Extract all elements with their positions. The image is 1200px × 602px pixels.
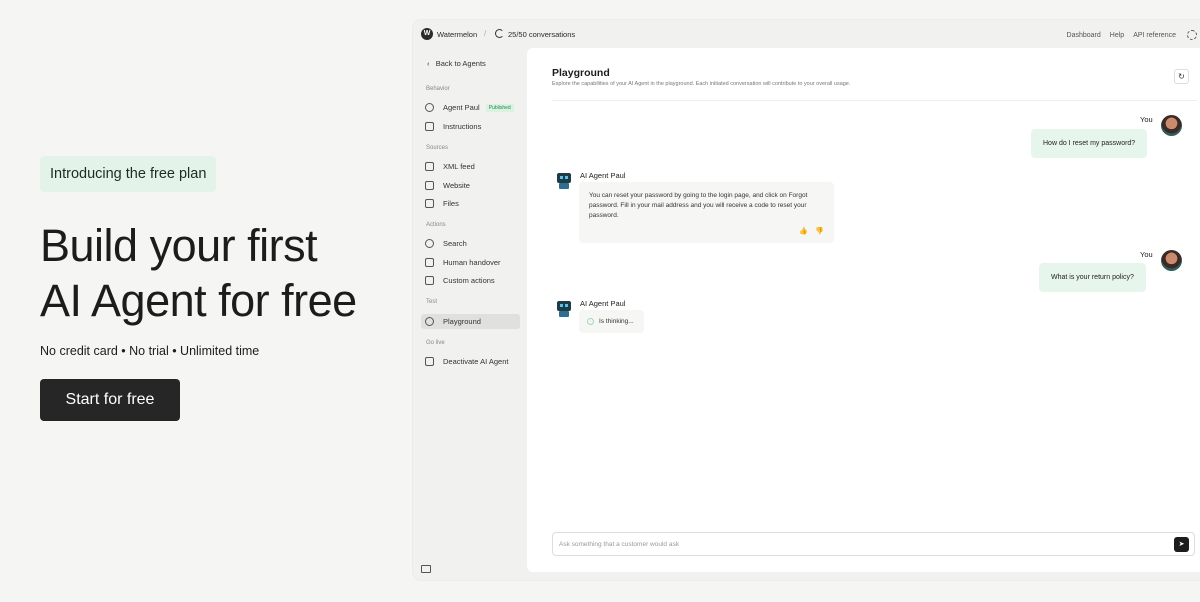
brand-name[interactable]: Watermelon (437, 30, 477, 39)
sidebar-item-label: Human handover (443, 258, 501, 267)
sidebar-item-label: Deactivate AI Agent (443, 357, 509, 366)
section-go-live: Go live (426, 340, 445, 346)
sidebar-item-label: Custom actions (443, 276, 495, 285)
sidebar-item-label: Instructions (443, 122, 482, 131)
sidebar-item-deactivate[interactable]: Deactivate AI Agent (421, 354, 520, 369)
sidebar-item-custom-actions[interactable]: Custom actions (421, 273, 520, 288)
send-icon[interactable]: ➤ (1174, 537, 1189, 552)
thumbs-up-icon[interactable]: 👍 (799, 227, 808, 235)
globe-icon (425, 239, 434, 248)
sidebar-item-label: XML feed (443, 162, 475, 171)
megaphone-icon (425, 122, 434, 131)
usage-ring-icon (495, 29, 504, 38)
user-label: You (1140, 250, 1153, 259)
published-badge: Published (485, 103, 514, 112)
shuffle-icon (425, 258, 434, 267)
thinking-text: Is thinking... (599, 318, 634, 325)
sidebar: ‹ Back to Agents Behavior Agent Paul Pub… (413, 48, 527, 580)
user-avatar (1161, 115, 1182, 136)
user-message: How do I reset my password? (1031, 129, 1148, 158)
gear-icon[interactable] (1187, 30, 1197, 40)
agent-avatar (555, 171, 573, 189)
header-divider (552, 100, 1197, 101)
file-icon (425, 199, 434, 208)
agent-avatar (555, 299, 573, 317)
section-actions: Actions (426, 222, 446, 228)
sidebar-item-label: Agent Paul (443, 103, 480, 112)
start-for-free-button[interactable]: Start for free (40, 379, 180, 421)
section-test: Test (426, 299, 438, 305)
api-reference-link[interactable]: API reference (1133, 32, 1176, 39)
page-description: Explore the capabilities of your AI Agen… (552, 81, 851, 87)
top-bar: W Watermelon / 25/50 conversations Dashb… (413, 20, 1200, 48)
agent-label: AI Agent Paul (580, 171, 626, 180)
sidebar-item-playground[interactable]: Playground (421, 314, 520, 329)
monitor-icon (425, 181, 434, 190)
watermelon-logo-icon[interactable]: W (421, 28, 433, 40)
sidebar-item-xml-feed[interactable]: XML feed (421, 159, 520, 174)
chat-bubbles-icon (425, 357, 434, 366)
user-message: What is your return policy? (1039, 263, 1146, 292)
dashboard-link[interactable]: Dashboard (1067, 32, 1101, 39)
help-link[interactable]: Help (1110, 32, 1124, 39)
sidebar-collapse-icon[interactable] (421, 565, 431, 573)
hero-title-line-1: Build your first (40, 220, 318, 271)
chevron-left-icon: ‹ (427, 59, 436, 68)
back-to-agents-link[interactable]: ‹ Back to Agents (427, 59, 486, 68)
table-icon (425, 162, 434, 171)
sidebar-item-label: Search (443, 239, 467, 248)
playground-panel: Playground Explore the capabilities of y… (527, 48, 1200, 572)
conversation-usage: 25/50 conversations (508, 30, 576, 39)
agent-message-text: You can reset your password by going to … (589, 192, 808, 219)
user-label: You (1140, 115, 1153, 124)
sidebar-item-search[interactable]: Search (421, 236, 520, 251)
thumbs-down-icon[interactable]: 👎 (815, 227, 824, 235)
sidebar-item-agent[interactable]: Agent Paul Published (421, 100, 520, 115)
chat-bubble-icon (425, 317, 434, 326)
user-circle-icon (425, 103, 434, 112)
section-sources: Sources (426, 145, 449, 151)
app-window: W Watermelon / 25/50 conversations Dashb… (413, 20, 1200, 580)
page-title: Playground (552, 67, 610, 79)
sidebar-item-instructions[interactable]: Instructions (421, 119, 520, 134)
agent-label: AI Agent Paul (580, 299, 626, 308)
sidebar-item-label: Website (443, 181, 470, 190)
top-links: Dashboard Help API reference (1067, 30, 1197, 40)
hero-title: Build your first AI Agent for free (40, 218, 400, 328)
message-composer: ➤ (552, 532, 1195, 556)
free-plan-badge: Introducing the free plan (40, 156, 217, 192)
hero-subtitle: No credit card • No trial • Unlimited ti… (40, 344, 260, 358)
sidebar-item-label: Files (443, 199, 459, 208)
grid-icon (425, 276, 434, 285)
sidebar-item-files[interactable]: Files (421, 196, 520, 211)
message-input[interactable] (559, 533, 1119, 555)
thinking-indicator: Is thinking... (579, 310, 644, 333)
back-label: Back to Agents (435, 59, 486, 68)
hero-section: Introducing the free plan Build your fir… (40, 156, 400, 421)
sidebar-item-human-handover[interactable]: Human handover (421, 255, 520, 270)
user-avatar (1161, 250, 1182, 271)
breadcrumb-separator: / (484, 29, 487, 38)
sidebar-item-label: Playground (443, 317, 481, 326)
refresh-icon[interactable]: ↻ (1174, 69, 1189, 84)
hero-title-line-2: AI Agent for free (40, 275, 357, 326)
sidebar-item-website[interactable]: Website (421, 178, 520, 193)
agent-message: You can reset your password by going to … (579, 182, 834, 243)
section-behavior: Behavior (426, 86, 450, 92)
loading-icon (587, 318, 594, 325)
